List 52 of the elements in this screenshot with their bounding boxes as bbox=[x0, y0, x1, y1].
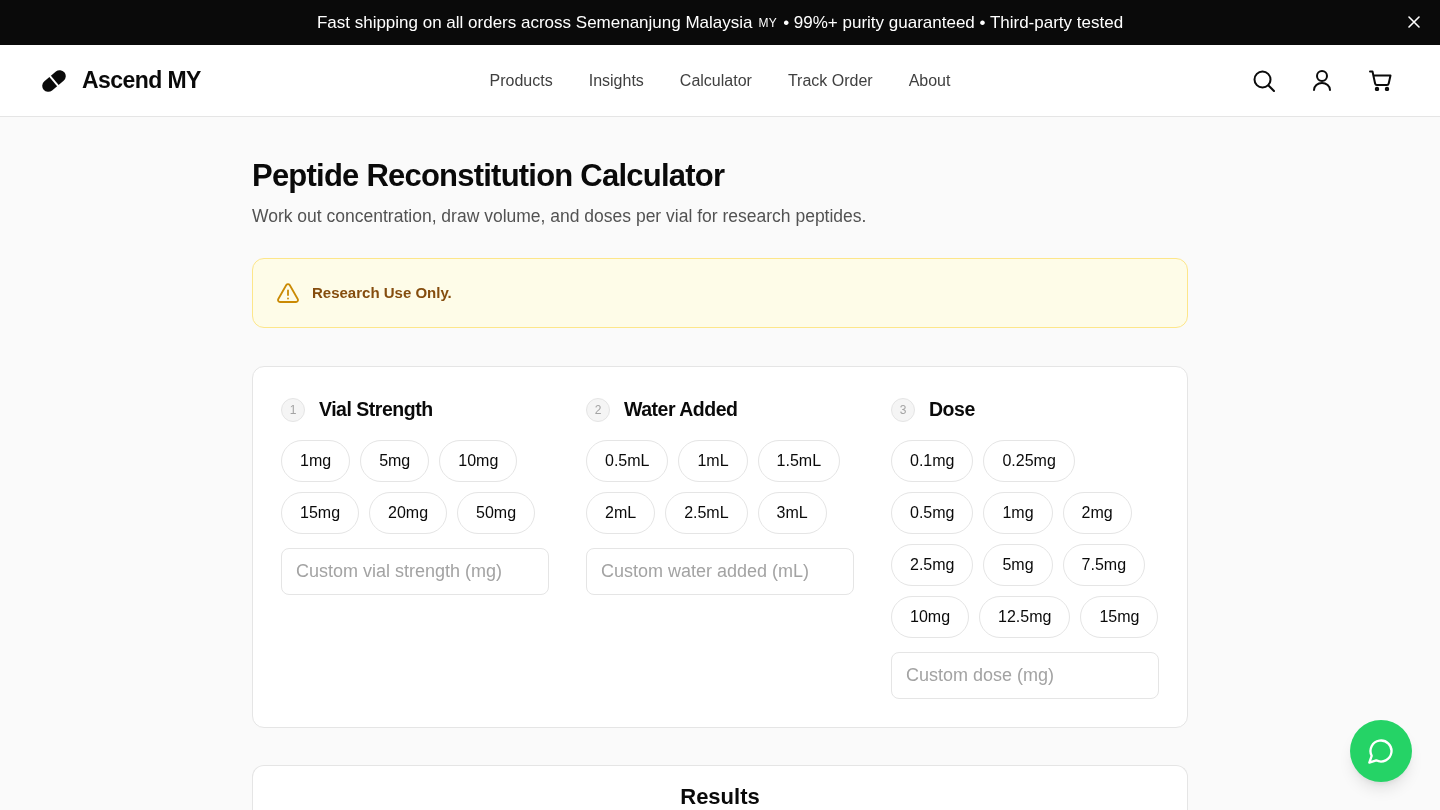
close-button[interactable] bbox=[1406, 14, 1422, 30]
step-number: 2 bbox=[586, 398, 610, 422]
nav-link[interactable]: Calculator bbox=[679, 68, 752, 93]
option-chip[interactable]: 10mg bbox=[439, 440, 518, 482]
option-chip[interactable]: 0.1mg bbox=[891, 440, 974, 482]
chat-bubble-icon bbox=[1367, 737, 1395, 765]
custom-input[interactable]: Custom vial strength (mg) bbox=[281, 548, 549, 595]
option-chip[interactable]: 2mL bbox=[586, 492, 656, 534]
option-chip[interactable]: 1mg bbox=[983, 492, 1053, 534]
custom-input[interactable]: Custom water added (mL) bbox=[586, 548, 854, 595]
option-chip[interactable]: 2mg bbox=[1062, 492, 1132, 534]
option-chip[interactable]: 1mL bbox=[678, 440, 748, 482]
option-chip[interactable]: 15mg bbox=[1080, 596, 1159, 638]
announcement-text: Fast shipping on all orders across Semenanjung Malaysia bbox=[316, 11, 753, 34]
custom-input[interactable]: Custom dose (mg) bbox=[891, 652, 1159, 699]
option-chip[interactable]: 50mg bbox=[457, 492, 536, 534]
notice-text: Research Use Only. bbox=[312, 282, 452, 303]
option-chip[interactable]: 0.5mL bbox=[586, 440, 669, 482]
cart-icon bbox=[1368, 70, 1392, 91]
announcement-text: • 99%+ purity guaranteed • Third-party tested bbox=[783, 11, 1124, 34]
option-chip[interactable]: 0.25mg bbox=[983, 440, 1075, 482]
step-title: Water Added bbox=[624, 397, 738, 423]
step-number: 3 bbox=[891, 398, 915, 422]
page-subtitle: Work out concentration, draw volume, and doses per vial for research peptides. bbox=[252, 205, 868, 228]
option-chip[interactable]: 2.5mL bbox=[665, 492, 748, 534]
step-number: 1 bbox=[281, 398, 305, 422]
option-chip[interactable]: 5mg bbox=[360, 440, 430, 482]
step-title: Vial Strength bbox=[319, 397, 433, 423]
nav-link[interactable]: Track Order bbox=[787, 68, 873, 93]
option-chip[interactable]: 0.5mg bbox=[891, 492, 974, 534]
user-icon bbox=[1313, 70, 1331, 91]
nav-link[interactable]: Insights bbox=[588, 68, 644, 93]
option-chip[interactable]: 12.5mg bbox=[979, 596, 1071, 638]
nav-link[interactable]: Products bbox=[489, 68, 553, 93]
option-chip[interactable]: 10mg bbox=[891, 596, 970, 638]
country-code: MY bbox=[758, 14, 778, 32]
brand-logo[interactable]: Ascend MY bbox=[40, 63, 201, 98]
option-chip[interactable]: 1mg bbox=[281, 440, 351, 482]
option-chip[interactable]: 5mg bbox=[983, 544, 1053, 586]
step-title: Dose bbox=[929, 397, 975, 423]
option-chip[interactable]: 1.5mL bbox=[757, 440, 841, 482]
warning-icon bbox=[277, 283, 299, 303]
page-title: Peptide Reconstitution Calculator bbox=[252, 157, 726, 195]
option-chip[interactable]: 7.5mg bbox=[1062, 544, 1146, 586]
close-icon bbox=[1408, 16, 1420, 28]
search-icon bbox=[1253, 69, 1275, 92]
nav-link[interactable]: About bbox=[908, 68, 951, 93]
results-title: Results bbox=[680, 783, 760, 810]
option-chip[interactable]: 20mg bbox=[369, 492, 448, 534]
option-chip[interactable]: 2.5mg bbox=[891, 544, 974, 586]
option-chip[interactable]: 3mL bbox=[757, 492, 827, 534]
option-chip[interactable]: 15mg bbox=[281, 492, 360, 534]
